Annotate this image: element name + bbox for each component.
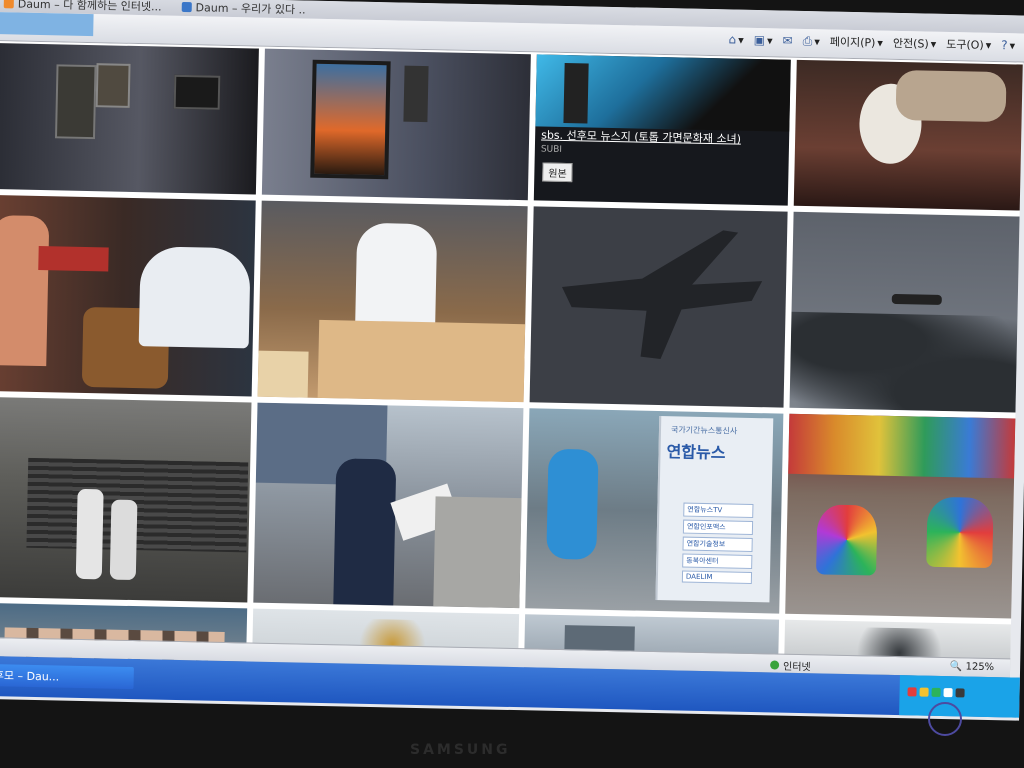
gallery-tile-rice-cake[interactable] (793, 59, 1023, 211)
tools-menu-label: 도구(O) (946, 37, 984, 52)
sign-brand: 연합뉴스 (666, 442, 726, 463)
monitor-screen: Daum – 다 함께하는 인터넷... Daum – 우리가 있다 .. ⌂ ▾… (0, 0, 1024, 721)
gallery-tile-exhibition-painting[interactable] (261, 48, 531, 201)
magnifier-icon: 🔍 (949, 661, 963, 673)
gallery-tile-exhibition-hall[interactable] (0, 43, 259, 195)
video-title-link[interactable]: sbs. 선후모 뉴스지 (토톱 가면문화재 소녀) (541, 126, 741, 146)
sign-list: 연합뉴스TV 연합인포맥스 연합기술정보 동북아센터 DAELIM (681, 502, 754, 587)
sign-subtitle: 국가기간뉴스통신사 (670, 425, 738, 436)
sign-item: 연합기술정보 (682, 536, 753, 553)
feed-button[interactable]: ▣ ▾ (754, 33, 773, 47)
print-button[interactable]: ⎙ ▾ (803, 33, 820, 48)
gallery-tile-plane-over-trees[interactable] (789, 211, 1020, 413)
daum-icon (3, 0, 14, 9)
zoom-label: 125% (965, 661, 995, 674)
address-strip (0, 11, 94, 37)
help-icon: ? (1001, 38, 1008, 53)
tray-app-icon[interactable] (907, 687, 917, 697)
taskbar-window-button[interactable]: 선후모 – Dau... (0, 663, 134, 690)
gallery-tile-park-bench[interactable] (0, 396, 252, 603)
home-icon: ⌂ (728, 32, 737, 47)
monitor-power-button[interactable] (928, 702, 962, 736)
sign-item: 연합인포맥스 (682, 519, 754, 536)
feed-icon: ▣ (753, 32, 766, 48)
daum-icon (181, 1, 192, 13)
tab-label: Daum – 우리가 있다 .. (195, 1, 306, 17)
internet-zone-icon (770, 660, 780, 670)
photo-gallery-grid: sbs. 선후모 뉴스지 (토톱 가면문화재 소녀) SUBI 원본 국가기간뉴… (0, 43, 1023, 683)
tray-app-icon[interactable] (955, 688, 965, 698)
gallery-tile-plane-silhouette[interactable] (529, 206, 788, 408)
mail-icon: ✉ (782, 33, 793, 48)
gallery-tile-street-painter[interactable] (253, 402, 524, 609)
page-menu[interactable]: 페이지(P) ▾ (830, 34, 883, 51)
tray-app-icon[interactable] (919, 687, 929, 697)
gallery-tile-festival-dancers[interactable] (785, 413, 1016, 619)
page-menu-label: 페이지(P) (829, 35, 876, 50)
sign-item: 동북아센터 (682, 553, 753, 570)
gallery-tile-yonhap-news[interactable]: 국가기간뉴스통신사 연합뉴스 연합뉴스TV 연합인포맥스 연합기술정보 동북아센… (525, 408, 784, 614)
tools-menu[interactable]: 도구(O) ▾ (946, 36, 991, 53)
sign-item: DAELIM (681, 570, 753, 584)
browser-tab-2[interactable]: Daum – 우리가 있다 .. (171, 0, 315, 18)
safety-menu-label: 안전(S) (892, 36, 929, 51)
help-button[interactable]: ? ▾ (1001, 38, 1015, 52)
gallery-tile-cutting-dough[interactable] (257, 200, 528, 403)
tray-network-icon[interactable] (931, 687, 941, 697)
tray-volume-icon[interactable] (943, 688, 953, 698)
taskbar-window-label: 선후모 – Dau... (0, 668, 60, 684)
print-icon: ⎙ (802, 33, 813, 48)
safety-menu[interactable]: 안전(S) ▾ (893, 35, 937, 52)
security-zone[interactable]: 인터넷 (770, 657, 811, 673)
gallery-tile-pounding-rice[interactable] (0, 195, 256, 397)
zone-label: 인터넷 (782, 661, 811, 674)
home-button[interactable]: ⌂ ▾ (728, 32, 743, 46)
page-content: sbs. 선후모 뉴스지 (토톱 가면문화재 소녀) SUBI 원본 국가기간뉴… (0, 40, 1023, 683)
yonhap-sign: 국가기간뉴스통신사 연합뉴스 연합뉴스TV 연합인포맥스 연합기술정보 동북아센… (655, 416, 774, 603)
zoom-level[interactable]: 🔍 125% (950, 661, 994, 673)
original-button[interactable]: 원본 (542, 162, 573, 183)
monitor-brand-logo: SAMSUNG (410, 742, 511, 758)
sign-item: 연합뉴스TV (683, 502, 754, 519)
gallery-tile-selected-video[interactable]: sbs. 선후모 뉴스지 (토톱 가면문화재 소녀) SUBI 원본 (533, 54, 791, 206)
mail-button[interactable]: ✉ (782, 34, 792, 48)
video-subtitle: SUBI (540, 144, 563, 155)
